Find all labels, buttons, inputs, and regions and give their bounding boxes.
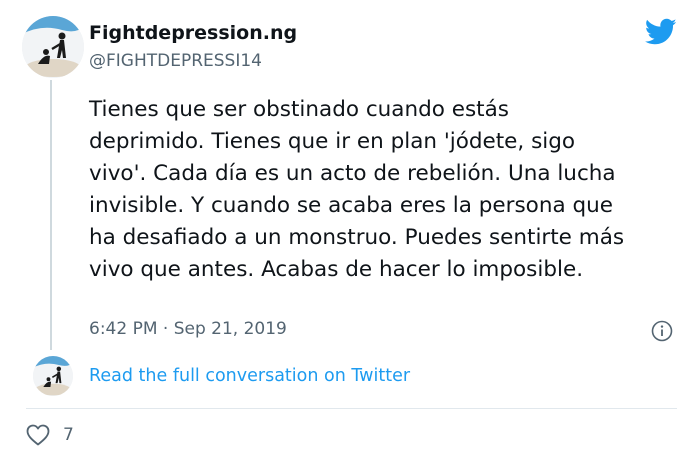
tweet-line: invisible. Y cuando se acaba eres la per… [89, 193, 613, 218]
like-count: 7 [63, 425, 74, 445]
avatar-icon [22, 16, 84, 78]
heart-icon[interactable] [26, 424, 50, 446]
avatar[interactable] [22, 16, 84, 78]
read-conversation-link[interactable]: Read the full conversation on Twitter [89, 366, 410, 386]
tweet-line: deprimido. Tienes que ir en plan 'jódete… [89, 129, 576, 154]
author-handle[interactable]: @FIGHTDEPRESSI14 [89, 51, 262, 71]
divider [26, 408, 677, 409]
info-icon[interactable] [651, 320, 673, 342]
tweet-text: Tienes que ser obstinado cuando estás de… [89, 94, 689, 286]
tweet-line: ha desafiado a un monstruo. Puedes senti… [89, 225, 625, 250]
thread-connector [50, 80, 52, 350]
tweet-timestamp[interactable]: 6:42 PM · Sep 21, 2019 [89, 319, 287, 339]
tweet-line: vivo'. Cada día es un acto de rebelión. … [89, 161, 616, 186]
conversation-avatar[interactable] [33, 356, 73, 396]
avatar-icon [33, 356, 73, 396]
twitter-bird-icon[interactable] [644, 18, 677, 46]
author-name[interactable]: Fightdepression.ng [89, 22, 297, 44]
tweet-line: Tienes que ser obstinado cuando estás [89, 97, 509, 122]
tweet-line: vivo que antes. Acabas de hacer lo impos… [89, 257, 584, 282]
